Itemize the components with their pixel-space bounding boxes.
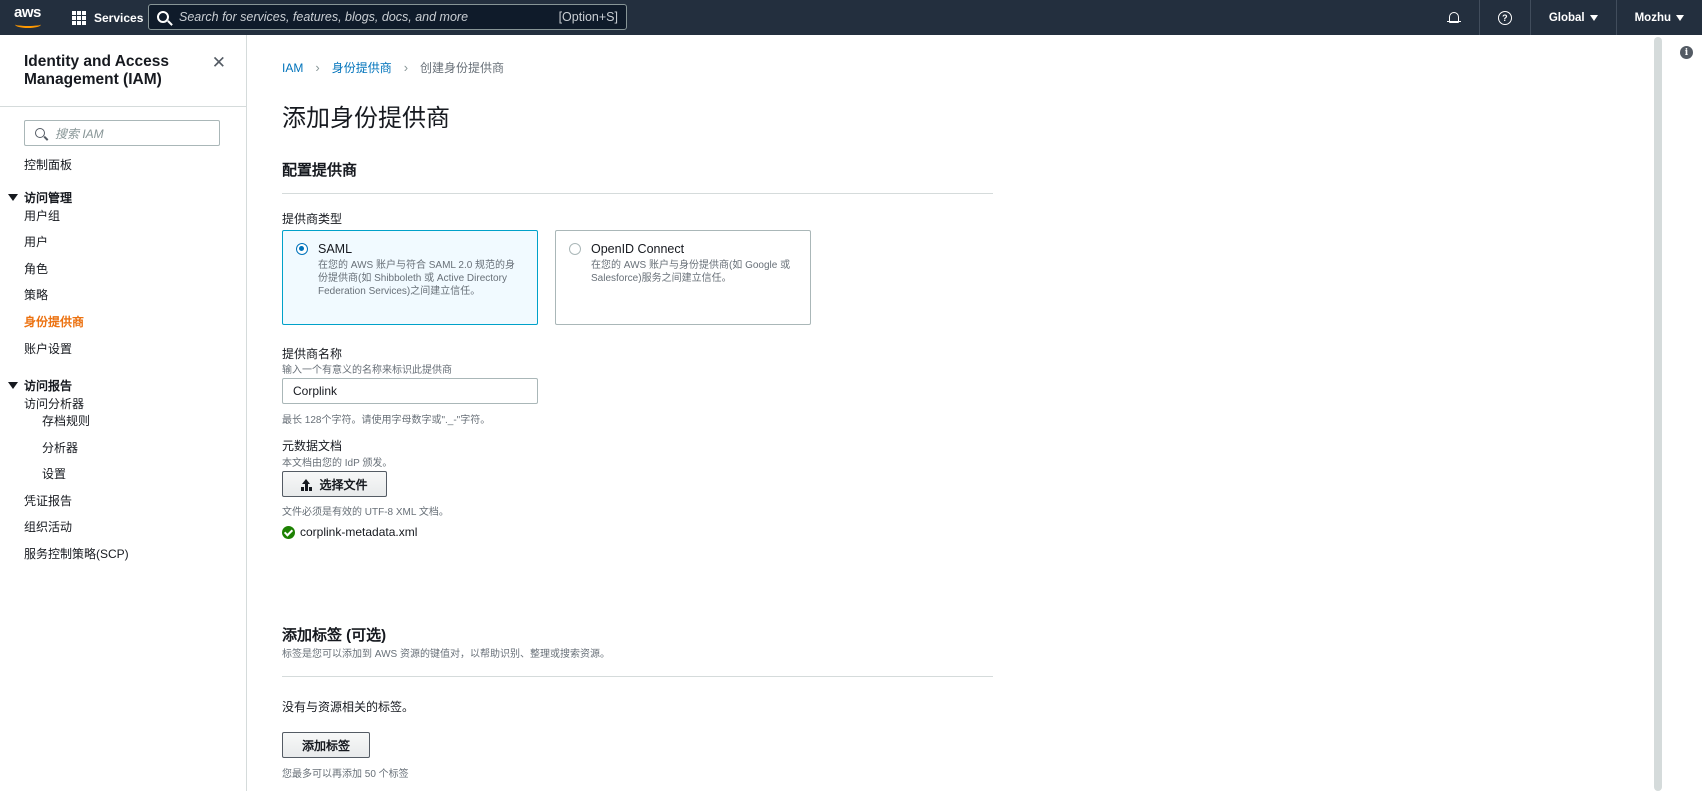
provider-name-input[interactable]: Corplink xyxy=(282,378,538,404)
provider-type-saml-tile[interactable]: SAML 在您的 AWS 账户与符合 SAML 2.0 规范的身份提供商(如 S… xyxy=(282,230,538,325)
services-label: Services xyxy=(94,10,144,25)
aws-smile-icon xyxy=(15,21,41,28)
info-icon[interactable]: i xyxy=(1680,46,1693,59)
upload-icon xyxy=(301,478,312,490)
notifications-button[interactable] xyxy=(1429,0,1479,35)
caret-down-icon xyxy=(1676,14,1684,21)
page-title: 添加身份提供商 xyxy=(282,105,450,132)
tags-limit-hint: 您最多可以再添加 50 个标签 xyxy=(282,769,409,780)
breadcrumb: IAM › 身份提供商 › 创建身份提供商 xyxy=(282,59,504,76)
sidebar-item-analyzers[interactable]: 分析器 xyxy=(42,439,78,456)
bell-icon xyxy=(1446,11,1461,25)
sidebar-item-scp[interactable]: 服务控制策略(SCP) xyxy=(24,545,129,562)
provider-name-description: 输入一个有意义的名称来标识此提供商 xyxy=(282,365,452,376)
sidebar-title[interactable]: Identity and Access Management (IAM) xyxy=(24,53,204,89)
sidebar-item-policies[interactable]: 策略 xyxy=(24,286,48,303)
add-tag-button[interactable]: 添加标签 xyxy=(282,732,370,758)
provider-type-oidc-tile[interactable]: OpenID Connect 在您的 AWS 账户与身份提供商(如 Google… xyxy=(555,230,811,325)
sidebar-item-organization-activity[interactable]: 组织活动 xyxy=(24,518,72,535)
sidebar-search-input[interactable]: 搜索 IAM xyxy=(24,120,220,146)
saml-radio[interactable] xyxy=(296,243,308,255)
sidebar-item-archive-rules[interactable]: 存档规则 xyxy=(42,412,90,429)
section-label: 访问报告 xyxy=(24,379,73,393)
section-label: 访问管理 xyxy=(24,191,73,205)
top-navigation: aws Services Search for services, featur… xyxy=(0,0,1702,35)
sidebar: Identity and Access Management (IAM) ✕ 搜… xyxy=(0,35,247,791)
provider-name-label: 提供商名称 xyxy=(282,347,343,361)
search-shortcut: [Option+S] xyxy=(558,10,618,24)
services-menu-button[interactable]: Services xyxy=(72,0,143,35)
add-tags-heading: 添加标签 (可选) xyxy=(282,627,387,644)
scrollbar[interactable] xyxy=(1654,37,1662,791)
help-icon: ? xyxy=(1497,10,1512,25)
account-label: Mozhu xyxy=(1634,11,1671,24)
uploaded-file-status: corplink-metadata.xml xyxy=(282,525,417,539)
choose-file-label: 选择文件 xyxy=(319,477,368,492)
no-tags-message: 没有与资源相关的标签。 xyxy=(282,700,415,714)
metadata-document-label: 元数据文档 xyxy=(282,439,343,453)
metadata-document-hint: 文件必须是有效的 UTF-8 XML 文档。 xyxy=(282,507,449,518)
global-search-input[interactable]: Search for services, features, blogs, do… xyxy=(148,4,627,30)
oidc-radio[interactable] xyxy=(569,243,581,255)
provider-name-hint: 最长 128个字符。请使用字母数字或"._-"字符。 xyxy=(282,415,491,426)
provider-type-label: 提供商类型 xyxy=(282,212,343,226)
metadata-document-description: 本文档由您的 IdP 颁发。 xyxy=(282,458,393,469)
divider xyxy=(282,676,993,677)
sidebar-section-access-management[interactable]: 访问管理 xyxy=(8,189,72,206)
saml-title: SAML xyxy=(318,242,353,256)
caret-down-icon xyxy=(8,382,18,389)
sidebar-item-access-analyzer[interactable]: 访问分析器 xyxy=(24,395,84,412)
sidebar-item-dashboard[interactable]: 控制面板 xyxy=(24,156,72,173)
divider xyxy=(282,193,993,194)
chevron-right-icon: › xyxy=(315,60,320,75)
chevron-right-icon: › xyxy=(403,60,409,75)
sidebar-item-identity-providers[interactable]: 身份提供商 xyxy=(24,313,84,330)
sidebar-item-user-groups[interactable]: 用户组 xyxy=(24,207,60,224)
add-tags-description: 标签是您可以添加到 AWS 资源的键值对，以帮助识别、整理或搜索资源。 xyxy=(282,649,610,660)
sidebar-item-credential-report[interactable]: 凭证报告 xyxy=(24,492,72,509)
account-menu[interactable]: Mozhu xyxy=(1615,0,1702,35)
sidebar-section-access-reports[interactable]: 访问报告 xyxy=(8,377,72,394)
breadcrumb-identity-providers[interactable]: 身份提供商 xyxy=(332,59,392,76)
close-icon[interactable]: ✕ xyxy=(212,53,226,73)
sidebar-header: Identity and Access Management (IAM) ✕ xyxy=(0,35,246,107)
breadcrumb-iam[interactable]: IAM xyxy=(282,61,303,75)
aws-logo-text: aws xyxy=(14,4,41,21)
caret-down-icon xyxy=(8,194,18,201)
sidebar-item-users[interactable]: 用户 xyxy=(24,233,48,250)
breadcrumb-current: 创建身份提供商 xyxy=(420,61,505,75)
choose-file-button[interactable]: 选择文件 xyxy=(282,471,387,497)
grid-icon xyxy=(72,10,86,25)
aws-logo[interactable]: aws xyxy=(14,5,46,31)
search-icon xyxy=(157,11,169,23)
region-selector[interactable]: Global xyxy=(1529,0,1616,35)
saml-description: 在您的 AWS 账户与符合 SAML 2.0 规范的身份提供商(如 Shibbo… xyxy=(318,260,516,297)
sidebar-search-placeholder: 搜索 IAM xyxy=(55,126,104,141)
check-circle-icon xyxy=(282,525,295,539)
caret-down-icon xyxy=(1589,14,1598,21)
configure-provider-heading: 配置提供商 xyxy=(282,162,358,179)
sidebar-item-analyzer-settings[interactable]: 设置 xyxy=(42,465,66,482)
help-button[interactable]: ? xyxy=(1478,0,1530,35)
sidebar-item-account-settings[interactable]: 账户设置 xyxy=(24,340,72,357)
sidebar-item-roles[interactable]: 角色 xyxy=(24,260,48,277)
oidc-description: 在您的 AWS 账户与身份提供商(如 Google 或 Salesforce)服… xyxy=(591,260,791,284)
oidc-title: OpenID Connect xyxy=(591,242,685,256)
uploaded-file-name: corplink-metadata.xml xyxy=(300,525,418,539)
search-placeholder: Search for services, features, blogs, do… xyxy=(179,10,469,24)
nav-right-group: ? Global Mozhu xyxy=(1429,0,1702,35)
add-tag-label: 添加标签 xyxy=(301,738,350,753)
search-icon xyxy=(35,128,45,138)
region-label: Global xyxy=(1548,11,1585,24)
